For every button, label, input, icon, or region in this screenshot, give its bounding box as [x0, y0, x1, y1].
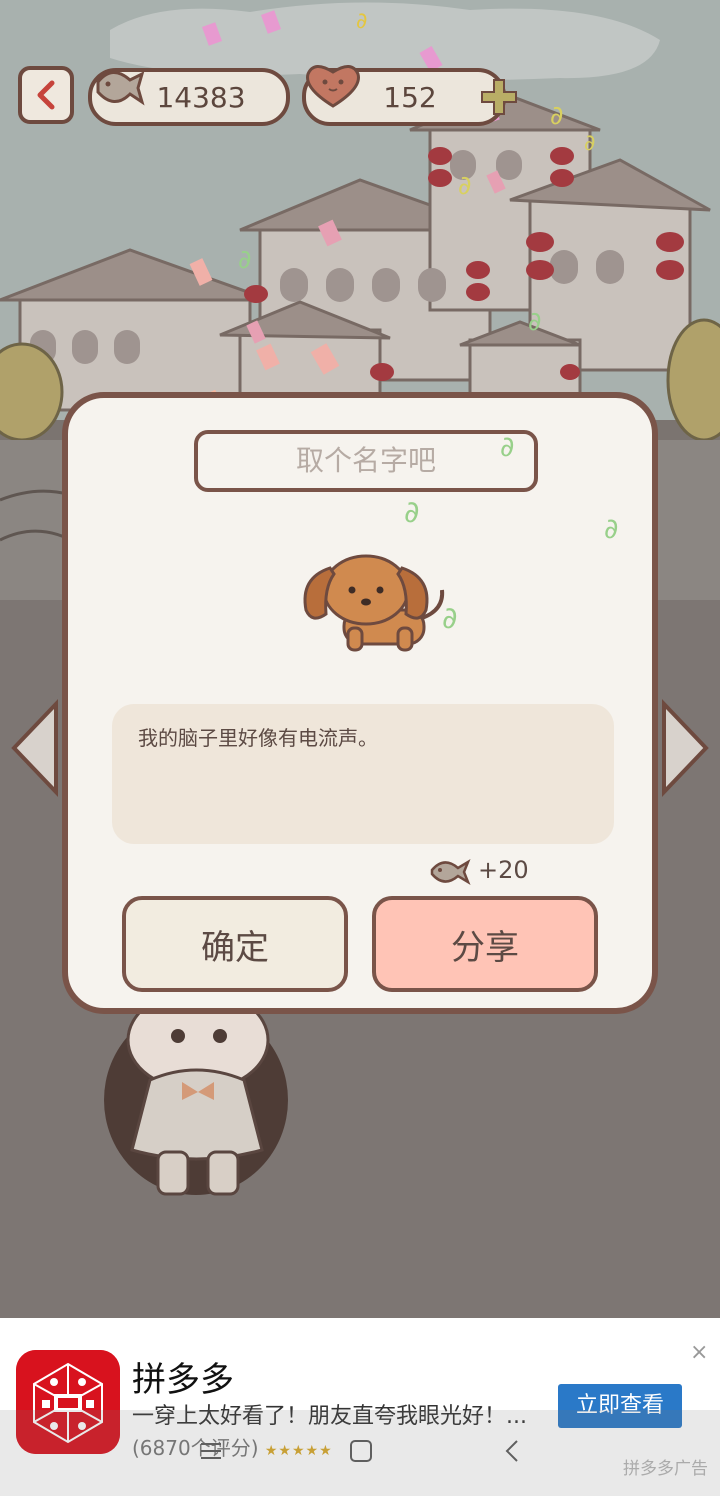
ad-title: 拼多多: [132, 1360, 234, 1400]
svg-text:∂: ∂: [584, 131, 595, 156]
fish-counter: 14383: [88, 68, 290, 126]
heart-counter: 152: [302, 65, 517, 126]
share-button[interactable]: 分享: [372, 896, 598, 992]
heart-face-icon: [306, 65, 360, 108]
svg-text:∂: ∂: [550, 101, 563, 131]
reward-amount: +20: [478, 856, 529, 884]
naming-dialog: 取个名字吧 我的脑子里好像有电流声。 +20 确定 分享 ∂ ∂ ∂ ∂: [62, 392, 658, 1014]
dog-icon: [303, 554, 445, 652]
plus-icon[interactable]: [480, 78, 518, 116]
confirm-label: 确定: [201, 927, 269, 968]
svg-text:∂: ∂: [356, 9, 367, 34]
menu-icon[interactable]: [198, 1438, 224, 1464]
fish-count: 14383: [156, 80, 246, 114]
pet-name-input[interactable]: 取个名字吧: [194, 430, 538, 492]
message-box: 我的脑子里好像有电流声。: [112, 704, 614, 844]
system-nav-bar: [0, 1410, 720, 1496]
share-label: 分享: [451, 927, 519, 968]
pet-message-text: 我的脑子里好像有电流声。: [138, 726, 378, 750]
fish-icon: [96, 71, 145, 106]
fish-icon: [430, 859, 471, 885]
girl-character: [104, 988, 288, 1196]
share-reward: +20: [428, 852, 529, 888]
confirm-button[interactable]: 确定: [122, 896, 348, 992]
svg-text:∂: ∂: [404, 495, 420, 530]
heart-count: 152: [383, 80, 437, 114]
svg-text:∂: ∂: [604, 512, 618, 545]
svg-text:∂: ∂: [528, 307, 541, 337]
back-button[interactable]: [18, 66, 74, 124]
back-icon[interactable]: [500, 1438, 526, 1464]
svg-text:∂: ∂: [458, 171, 471, 201]
home-icon[interactable]: [348, 1438, 374, 1464]
back-arrow-icon: [37, 80, 55, 110]
close-icon[interactable]: ×: [690, 1340, 708, 1365]
svg-text:∂: ∂: [238, 245, 251, 275]
